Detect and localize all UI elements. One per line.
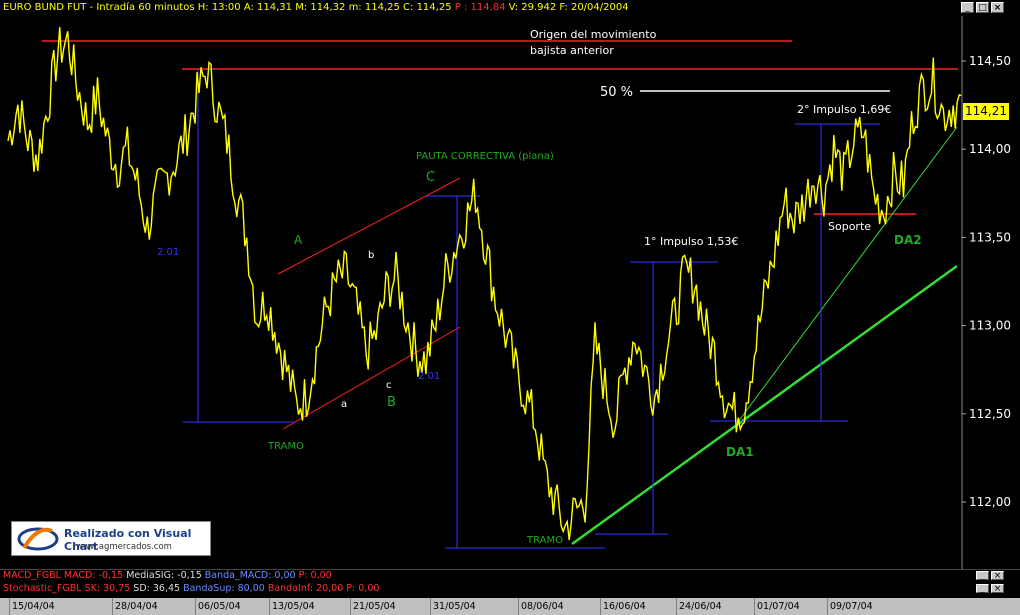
x-tick-label: 13/05/04: [272, 601, 315, 612]
x-tick-separator: [430, 598, 431, 615]
macd-close-button[interactable]: ×: [991, 571, 1004, 581]
macd-value: Banda_MACD: 0,00: [201, 570, 296, 581]
stochastic-value: Stochastic_FGBL: [3, 583, 82, 594]
visual-chart-logo-icon: [17, 527, 59, 551]
subwave-c-label: c: [386, 380, 392, 391]
x-tick-separator: [600, 598, 601, 615]
stochastic-close-button[interactable]: ×: [991, 584, 1004, 594]
x-tick-separator: [269, 598, 270, 615]
y-tick-label: 114,00: [969, 142, 1011, 156]
x-tick-label: 28/04/04: [115, 601, 158, 612]
macd-value: MACD_FGBL: [3, 570, 61, 581]
chart-background: [0, 16, 1020, 569]
impulse1-label: 1° Impulso 1,53€: [644, 235, 738, 248]
distance-mid-label: 2.01: [418, 371, 440, 382]
stochastic-minimize-button[interactable]: _: [976, 584, 989, 594]
date-axis: 15/04/04 28/04/04 06/05/04 13/05/04 21/05/04…: [0, 598, 1020, 615]
wave-c-upper-label: C: [426, 170, 435, 185]
x-tick-separator: [9, 598, 10, 615]
stochastic-indicator-bar: Stochastic_FGBL SK: 30,75 SD: 36,45 Band…: [0, 583, 1020, 595]
stochastic-value: SK: 30,75: [81, 583, 131, 594]
x-tick-label: 06/05/04: [198, 601, 241, 612]
x-tick-label: 24/06/04: [679, 601, 722, 612]
x-tick-separator: [827, 598, 828, 615]
macd-minimize-button[interactable]: _: [976, 571, 989, 581]
x-tick-label: 16/06/04: [603, 601, 646, 612]
da2-label: DA2: [894, 233, 922, 247]
y-tick-label: 113,50: [969, 230, 1011, 244]
subwave-a-label: a: [341, 399, 347, 410]
da1-label: DA1: [726, 445, 754, 459]
impulse2-label: 2° Impulso 1,69€: [797, 103, 891, 116]
visual-chart-logo: Realizado con Visual Chart www.agmercado…: [11, 521, 211, 556]
x-tick-label: 09/07/04: [830, 601, 873, 612]
x-tick-separator: [676, 598, 677, 615]
y-tick-label: 112,00: [969, 495, 1011, 509]
price-chart: 114,50 114,00 113,50 113,00 112,50 112,00 Ori…: [0, 16, 1020, 569]
pauta-label: PAUTA CORRECTIVA (plana): [416, 151, 554, 162]
stochastic-value: P: 0,00: [343, 583, 380, 594]
soporte-label: Soporte: [828, 220, 871, 233]
x-tick-separator: [518, 598, 519, 615]
x-tick-label: 08/06/04: [521, 601, 564, 612]
x-tick-label: 21/05/04: [353, 601, 396, 612]
logo-url: www.agmercados.com: [76, 542, 172, 552]
y-tick-label: 112,50: [969, 407, 1011, 421]
macd-readout: MACD_FGBL MACD: -0,15 MediaSIG: -0,15 Ba…: [3, 570, 332, 581]
macd-value: MACD: -0,15: [60, 570, 124, 581]
macd-value: MediaSIG: -0,15: [123, 570, 202, 581]
stochastic-value: SD: 36,45: [130, 583, 181, 594]
origin-label-1: Origen del movimiento: [530, 28, 657, 41]
x-tick-label: 31/05/04: [433, 601, 476, 612]
fifty-percent-label: 50 %: [600, 85, 633, 100]
y-tick-label: 114,50: [969, 54, 1011, 68]
x-tick-label: 01/07/04: [757, 601, 800, 612]
distance-left-label: 2.01: [157, 247, 179, 258]
stochastic-readout: Stochastic_FGBL SK: 30,75 SD: 36,45 Band…: [3, 583, 379, 594]
subwave-b-label: b: [368, 250, 374, 261]
macd-value: P: 0,00: [295, 570, 332, 581]
origin-label-2: bajista anterior: [530, 44, 614, 57]
wave-a-label: A: [294, 233, 303, 247]
x-tick-separator: [112, 598, 113, 615]
wave-b-label: B: [387, 395, 396, 410]
x-tick-separator: [195, 598, 196, 615]
macd-indicator-bar: MACD_FGBL MACD: -0,15 MediaSIG: -0,15 Ba…: [0, 569, 1020, 582]
tramo-label-2: TRAMO: [526, 535, 563, 546]
x-tick-separator: [754, 598, 755, 615]
stochastic-value: BandaSup: 80,00: [180, 583, 265, 594]
x-tick-separator: [350, 598, 351, 615]
x-tick-label: 15/04/04: [12, 601, 55, 612]
stochastic-value: BandaInf: 20,00: [264, 583, 344, 594]
y-tick-label: 113,00: [969, 319, 1011, 333]
last-price-tag: 114,21: [963, 103, 1009, 120]
tramo-label-1: TRAMO: [267, 441, 304, 452]
